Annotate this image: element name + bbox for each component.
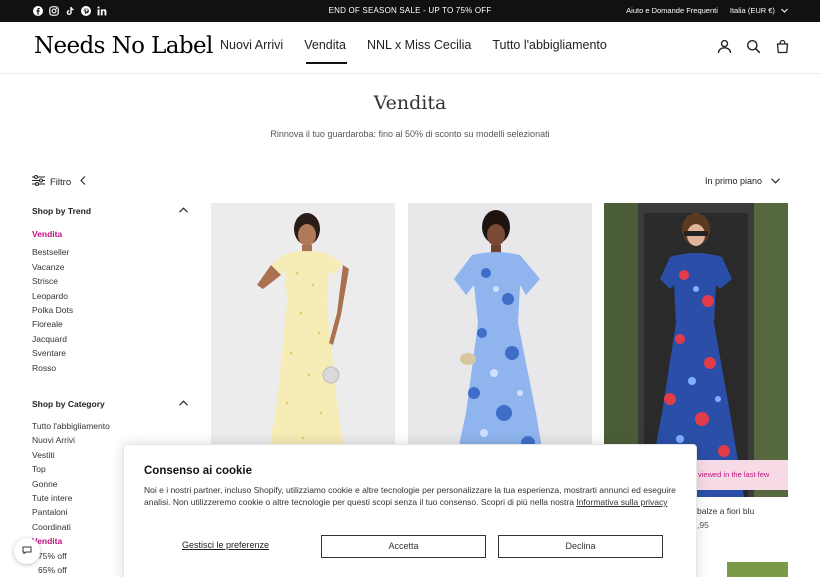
cart-icon[interactable]: [774, 38, 790, 54]
category-heading-label: Shop by Category: [32, 399, 105, 409]
filter-toggle[interactable]: Filtro: [32, 175, 86, 189]
nav-nnl-miss-cecilia[interactable]: NNL x Miss Cecilia: [367, 38, 471, 52]
chevron-down-icon: [781, 6, 788, 15]
category-item[interactable]: Gonne: [32, 477, 110, 491]
top-right-links: Aiuto e Domande Frequenti Italia (EUR €): [626, 6, 788, 15]
trend-item[interactable]: Vacanze: [32, 260, 73, 274]
filter-label: Filtro: [50, 176, 72, 188]
manage-preferences-link[interactable]: Gestisci le preferenze: [182, 540, 269, 550]
search-icon[interactable]: [745, 38, 761, 54]
chevron-up-icon: [179, 205, 188, 215]
category-filter-heading[interactable]: Shop by Category: [32, 399, 188, 409]
sliders-icon: [32, 175, 45, 189]
category-item-sale[interactable]: Vendita: [32, 534, 110, 548]
currency-label: Italia (EUR €): [729, 6, 775, 15]
trend-item-sale[interactable]: Vendita: [32, 227, 73, 241]
account-icon[interactable]: [716, 38, 732, 54]
chevron-down-icon: [771, 176, 780, 186]
chevron-up-icon: [179, 398, 188, 408]
next-product-image[interactable]: [727, 562, 788, 577]
category-item[interactable]: Coordinati: [32, 520, 110, 534]
page-subtitle: Rinnova il tuo guardaroba: fino al 50% d…: [270, 129, 550, 139]
main-navigation: Nuovi Arrivi Vendita NNL x Miss Cecilia …: [220, 38, 607, 64]
trend-filter-list: Vendita Bestseller Vacanze Strisce Leopa…: [32, 227, 73, 375]
header-icons: [716, 38, 790, 54]
announcement-bar: END OF SEASON SALE - UP TO 75% OFF Aiuto…: [0, 0, 820, 22]
category-item[interactable]: 65% off: [32, 563, 110, 577]
chevron-left-icon: [80, 176, 86, 188]
decline-button[interactable]: Declina: [498, 535, 663, 558]
recently-viewed-badge: viewed in the last few: [690, 460, 788, 490]
cookie-description: Noi e i nostri partner, incluso Shopify,…: [144, 484, 684, 508]
trend-item[interactable]: Strisce: [32, 274, 73, 288]
page-title: Vendita: [373, 92, 447, 114]
currency-selector[interactable]: Italia (EUR €): [730, 6, 788, 15]
brand-logo[interactable]: Needs No Label: [34, 33, 213, 59]
trend-filter-heading[interactable]: Shop by Trend: [32, 206, 188, 216]
trend-item[interactable]: Rosso: [32, 361, 73, 375]
trend-item[interactable]: Bestseller: [32, 245, 73, 259]
help-link[interactable]: Aiuto e Domande Frequenti: [626, 6, 718, 15]
category-item[interactable]: Tutto l'abbigliamento: [32, 419, 110, 433]
nav-all-clothing[interactable]: Tutto l'abbigliamento: [492, 38, 607, 52]
cookie-consent-dialog: Consenso ai cookie Noi e i nostri partne…: [123, 444, 697, 577]
sort-dropdown[interactable]: In primo piano: [705, 176, 780, 186]
trend-item[interactable]: Floreale: [32, 317, 73, 331]
category-item[interactable]: Pantaloni: [32, 505, 110, 519]
nav-new-arrivals[interactable]: Nuovi Arrivi: [220, 38, 283, 52]
category-item[interactable]: Top: [32, 462, 110, 476]
category-item[interactable]: Vestiti: [32, 448, 110, 462]
product-price: ,95: [697, 520, 709, 530]
chat-widget-button[interactable]: [14, 538, 40, 564]
category-item[interactable]: Tute intere: [32, 491, 110, 505]
cookie-title: Consenso ai cookie: [144, 465, 253, 477]
category-item[interactable]: Nuovi Arrivi: [32, 433, 110, 447]
trend-heading-label: Shop by Trend: [32, 206, 92, 216]
trend-item[interactable]: Sventare: [32, 346, 73, 360]
chat-icon: [22, 542, 32, 560]
trend-item[interactable]: Leopardo: [32, 289, 73, 303]
product-title[interactable]: balze a fiori blu: [697, 506, 754, 516]
site-header: Needs No Label Nuovi Arrivi Vendita NNL …: [0, 22, 820, 74]
sort-label: In primo piano: [704, 176, 762, 186]
privacy-policy-link[interactable]: Informativa sulla privacy: [576, 497, 667, 507]
category-item[interactable]: 75% off: [32, 549, 110, 563]
category-filter-list: Tutto l'abbigliamento Nuovi Arrivi Vesti…: [32, 419, 110, 577]
nav-sale[interactable]: Vendita: [304, 38, 347, 64]
accept-button[interactable]: Accetta: [321, 535, 486, 558]
trend-item[interactable]: Polka Dots: [32, 303, 73, 317]
trend-item[interactable]: Jacquard: [32, 332, 73, 346]
